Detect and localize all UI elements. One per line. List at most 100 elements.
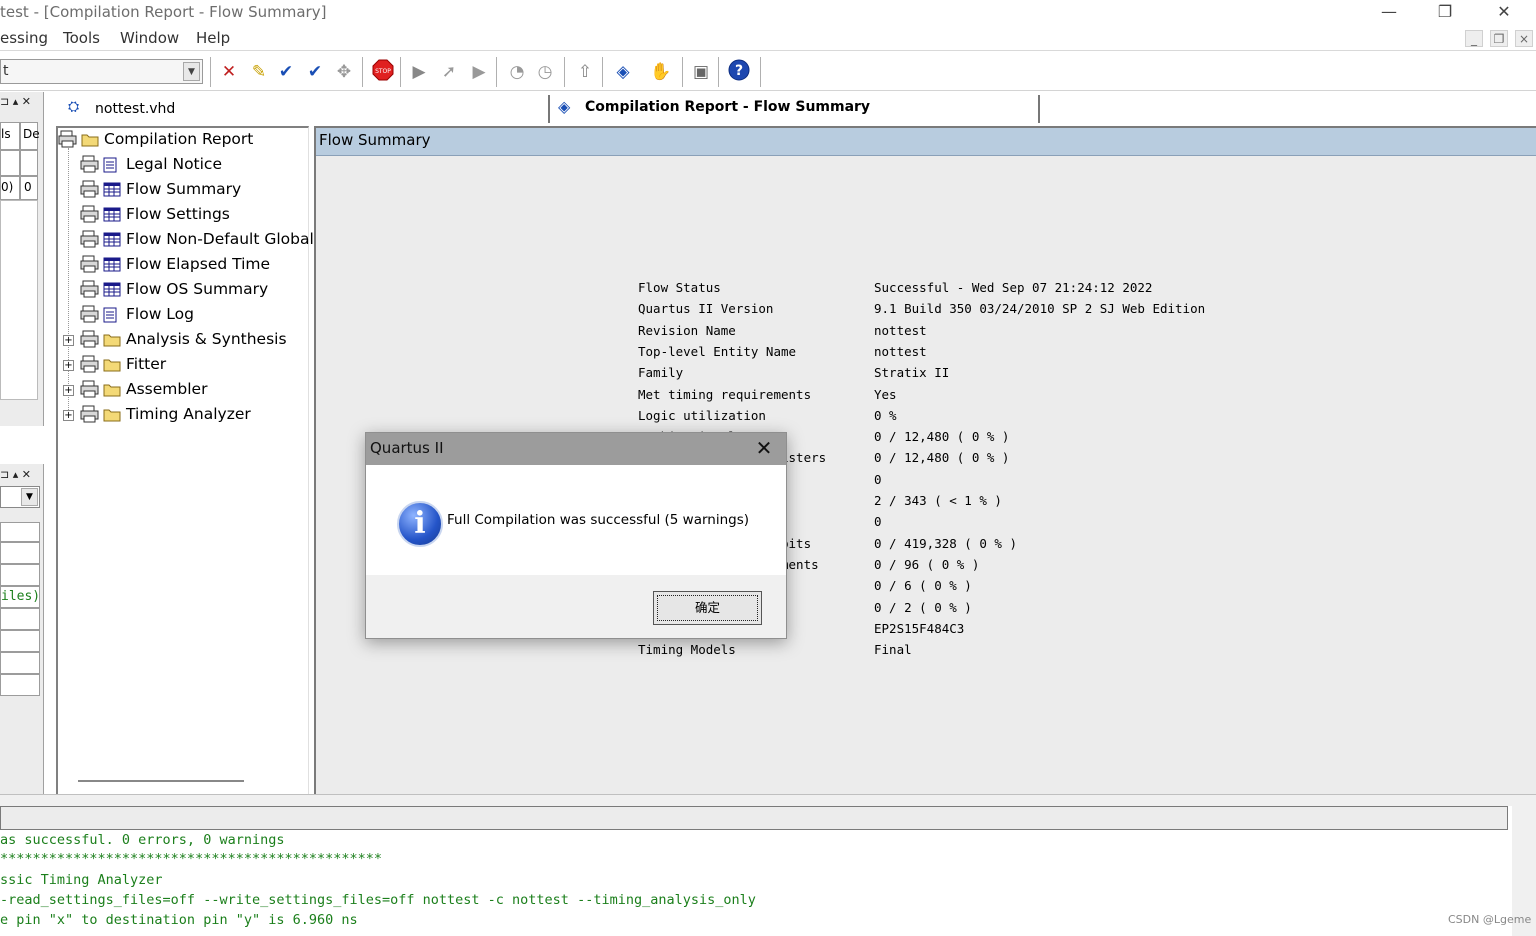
folder-icon — [103, 382, 121, 401]
folder-icon — [103, 407, 121, 426]
printer-icon — [80, 405, 100, 427]
message-line[interactable]: as successful. 0 errors, 0 warnings — [0, 832, 284, 848]
menu-processing[interactable]: essing — [0, 29, 48, 47]
summary-key: Met timing requirements — [638, 386, 812, 402]
menu-help[interactable]: Help — [196, 29, 230, 47]
tree-item-label: Fitter — [126, 355, 167, 373]
menu-tools[interactable]: Tools — [63, 29, 100, 47]
table-row[interactable] — [0, 522, 40, 542]
clock-icon[interactable]: ◷ — [532, 59, 558, 85]
tree-item[interactable]: Legal Notice — [58, 153, 311, 178]
table-row[interactable] — [0, 674, 40, 696]
summary-value: EP2S15F484C3 — [874, 620, 965, 636]
printer-icon — [80, 205, 100, 227]
mdi-close-button[interactable]: × — [1515, 30, 1533, 47]
report-icon: ◈ — [558, 97, 571, 116]
project-combo[interactable]: t ▼ — [0, 59, 203, 84]
table-row[interactable] — [0, 542, 40, 564]
message-line[interactable]: ssic Timing Analyzer — [0, 872, 163, 888]
play-icon[interactable]: ▶ — [406, 59, 432, 85]
dialog-close-button[interactable]: ✕ — [752, 437, 776, 461]
pencil-icon[interactable]: ✎ — [246, 59, 272, 85]
summary-value: 9.1 Build 350 03/24/2010 SP 2 SJ Web Edi… — [874, 301, 1206, 317]
run-to-icon[interactable]: ▶ — [466, 59, 492, 85]
table-row[interactable] — [0, 652, 40, 674]
printer-icon — [80, 280, 100, 302]
tree-item[interactable]: + Timing Analyzer — [58, 403, 311, 428]
column-header[interactable]: De — [20, 122, 40, 150]
close-window-button[interactable]: ✕ — [1481, 2, 1527, 24]
stop-icon[interactable]: STOP — [370, 59, 396, 85]
mdi-restore-button[interactable]: ❐ — [1490, 30, 1508, 47]
message-line[interactable]: e pin "x" to destination pin "y" is 6.96… — [0, 912, 358, 928]
expand-icon[interactable]: + — [63, 335, 74, 346]
tree-item[interactable]: + Fitter — [58, 353, 311, 378]
chip-icon[interactable]: ▣ — [688, 59, 714, 85]
panel-controls[interactable]: ⊐ ▴ ✕ — [0, 468, 31, 481]
tree-item[interactable]: Flow OS Summary — [58, 278, 311, 303]
settings-icon[interactable]: ✥ — [331, 59, 357, 85]
upload-icon[interactable]: ⇧ — [572, 59, 598, 85]
signaltap-icon[interactable]: ✋ — [648, 59, 674, 85]
printer-icon — [80, 155, 100, 177]
expand-icon[interactable]: + — [63, 360, 74, 371]
help-icon[interactable]: ? — [726, 59, 752, 85]
summary-value: 0 / 96 ( 0 % ) — [874, 556, 980, 572]
printer-icon — [80, 230, 100, 252]
timer-icon[interactable]: ◔ — [504, 59, 530, 85]
tree-item[interactable]: + Analysis & Synthesis — [58, 328, 311, 353]
folder-icon — [103, 357, 121, 376]
tree-item[interactable]: Flow Summary — [58, 178, 311, 203]
tab-compilation-report[interactable]: ◈ Compilation Report - Flow Summary — [548, 95, 1040, 123]
panel-controls[interactable]: ⊐ ▴ ✕ — [0, 95, 31, 108]
menu-window[interactable]: Window — [120, 29, 179, 47]
toolbar-separator — [564, 57, 566, 87]
summary-key: Top-level Entity Name — [638, 343, 797, 359]
folder-icon — [81, 132, 99, 151]
table-row[interactable] — [0, 564, 40, 586]
expand-icon[interactable]: + — [63, 385, 74, 396]
ok-button-label: 确定 — [657, 595, 758, 621]
summary-key: Quartus II Version — [638, 301, 774, 317]
message-toolbar — [0, 806, 1508, 830]
tree-item[interactable]: Flow Elapsed Time — [58, 253, 311, 278]
dialog-title: Quartus II — [370, 439, 444, 457]
summary-value: Final — [874, 642, 912, 658]
tree-scrollbar[interactable] — [78, 780, 244, 782]
minimize-button[interactable]: — — [1366, 2, 1412, 24]
tree-item[interactable]: + Assembler — [58, 378, 311, 403]
analyze-icon[interactable]: ✔ — [273, 59, 299, 85]
flow-dropdown[interactable]: ▼ — [0, 486, 40, 508]
chevron-down-icon[interactable]: ▼ — [183, 62, 200, 81]
table-row[interactable]: iles) — [0, 586, 40, 608]
table-icon — [103, 182, 121, 201]
tree-item-label: Flow OS Summary — [126, 280, 269, 298]
mdi-minimize-button[interactable]: _ — [1465, 30, 1483, 47]
table-row[interactable] — [0, 608, 40, 630]
message-line[interactable]: -read_settings_files=off --write_setting… — [0, 892, 756, 908]
tree-item[interactable]: Compilation Report — [58, 128, 311, 153]
toolbar: t ▼ ✕ ✎ ✔ ✔ ✥ STOP ▶ ➚ ▶ ◔ ◷ ⇧ ◈ ✋ ▣ ? — [0, 51, 1536, 91]
summary-row: Family Stratix II — [638, 365, 1238, 386]
chip-planner-icon[interactable]: ✕ — [216, 59, 242, 85]
printer-icon — [80, 305, 100, 327]
file-tab-nottest[interactable]: nottest.vhd — [95, 101, 175, 117]
ok-button[interactable]: 确定 — [653, 591, 762, 625]
file-tab-bar: ⛭ nottest.vhd — [56, 95, 311, 125]
tree-item[interactable]: Flow Settings — [58, 203, 311, 228]
column-header[interactable]: ls — [0, 122, 20, 150]
tree-item[interactable]: Flow Log — [58, 303, 311, 328]
chevron-down-icon[interactable]: ▼ — [21, 488, 38, 506]
start-compile-icon[interactable]: ✔ — [302, 59, 328, 85]
splitter[interactable] — [0, 794, 1536, 806]
table-row[interactable] — [0, 630, 40, 652]
message-line[interactable]: ****************************************… — [0, 851, 382, 867]
tree-item[interactable]: Flow Non-Default Global — [58, 228, 314, 253]
restore-button[interactable]: ❐ — [1422, 2, 1468, 24]
programmer-icon[interactable]: ◈ — [610, 59, 636, 85]
dialog-title-bar: Quartus II ✕ — [366, 433, 786, 465]
summary-row: Logic utilization 0 % — [638, 408, 1238, 429]
window-title-bar: test - [Compilation Report - Flow Summar… — [0, 0, 1536, 26]
expand-icon[interactable]: + — [63, 410, 74, 421]
step-icon[interactable]: ➚ — [436, 59, 462, 85]
